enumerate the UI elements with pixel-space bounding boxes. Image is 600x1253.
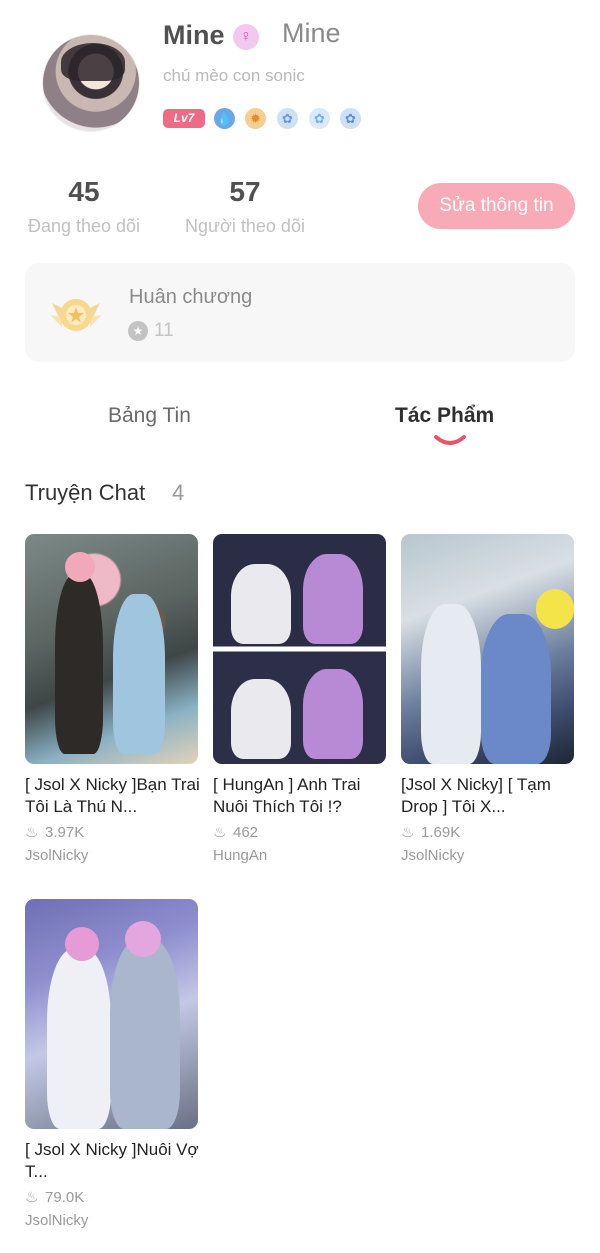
female-symbol-icon: ♀ <box>233 24 259 50</box>
followers-count[interactable]: 57 <box>180 176 310 208</box>
story-thumbnail[interactable] <box>25 534 198 764</box>
story-views-count: 1.69K <box>421 824 461 841</box>
story-card[interactable]: [ HungAn ] Anh Trai Nuôi Thích Tôi !? ♨ 4… <box>213 534 388 864</box>
avatar[interactable] <box>42 34 140 132</box>
fire-icon: ♨ <box>25 1189 39 1206</box>
story-views: ♨ 1.69K <box>401 823 576 843</box>
story-author[interactable]: JsolNicky <box>25 1212 200 1229</box>
story-title[interactable]: [Jsol X Nicky] [ Tạm Drop ] Tôi X... <box>401 774 576 818</box>
blue-flower-badge-icon[interactable]: ✿ <box>340 108 361 129</box>
edit-profile-button[interactable]: Sửa thông tin <box>418 183 575 229</box>
story-views-count: 3.97K <box>45 824 85 841</box>
fire-icon: ♨ <box>401 824 415 841</box>
story-card[interactable]: [Jsol X Nicky] [ Tạm Drop ] Tôi X... ♨ 1.… <box>401 534 576 864</box>
story-thumbnail[interactable] <box>213 534 386 764</box>
following-count[interactable]: 45 <box>24 176 144 208</box>
medal-title: Huân chương <box>129 286 253 308</box>
story-card[interactable]: [ Jsol X Nicky ]Bạn Trai Tôi Là Thú N...… <box>25 534 200 864</box>
story-views-count: 462 <box>233 824 259 841</box>
profile-bio: chú mèo con sonic <box>163 66 305 85</box>
medal-count: 11 <box>154 320 174 341</box>
story-author[interactable]: JsolNicky <box>25 847 200 864</box>
story-author[interactable]: JsolNicky <box>401 847 576 864</box>
fire-icon: ♨ <box>25 824 39 841</box>
fire-icon: ♨ <box>213 824 227 841</box>
story-views: ♨ 3.97K <box>25 823 200 843</box>
section-count: 4 <box>172 480 185 505</box>
story-title[interactable]: [ Jsol X Nicky ]Nuôi Vợ T... <box>25 1139 200 1183</box>
story-views: ♨ 79.0K <box>25 1188 200 1208</box>
medal-card[interactable] <box>25 263 575 362</box>
followers-label[interactable]: Người theo dõi <box>180 216 310 237</box>
story-views-count: 79.0K <box>45 1189 85 1206</box>
profile-name: Mine <box>163 20 225 50</box>
story-author[interactable]: HungAn <box>213 847 388 864</box>
profile-alt-name: Mine <box>282 18 341 48</box>
tab-works[interactable]: Tác Phẩm <box>395 404 494 428</box>
section-title: Truyện Chat <box>25 480 146 505</box>
star-count-icon: ★ <box>128 321 148 341</box>
story-thumbnail[interactable] <box>25 899 198 1129</box>
story-title[interactable]: [ HungAn ] Anh Trai Nuôi Thích Tôi !? <box>213 774 388 818</box>
sun-badge-icon[interactable]: ✹ <box>245 108 266 129</box>
level-badge: Lv7 <box>163 109 205 128</box>
following-label[interactable]: Đang theo dõi <box>24 216 144 237</box>
tab-feed[interactable]: Bảng Tin <box>108 404 191 428</box>
drop-badge-icon[interactable]: 💧 <box>214 108 235 129</box>
blue-flower-badge-icon[interactable]: ✿ <box>277 108 298 129</box>
story-card[interactable]: [ Jsol X Nicky ]Nuôi Vợ T... ♨ 79.0K Jsol… <box>25 899 200 1229</box>
story-title[interactable]: [ Jsol X Nicky ]Bạn Trai Tôi Là Thú N... <box>25 774 200 818</box>
blue-flower-badge-icon[interactable]: ✿ <box>309 108 330 129</box>
tab-active-indicator <box>434 435 466 445</box>
medal-icon <box>50 299 102 331</box>
story-thumbnail[interactable] <box>401 534 574 764</box>
story-views: ♨ 462 <box>213 823 388 843</box>
